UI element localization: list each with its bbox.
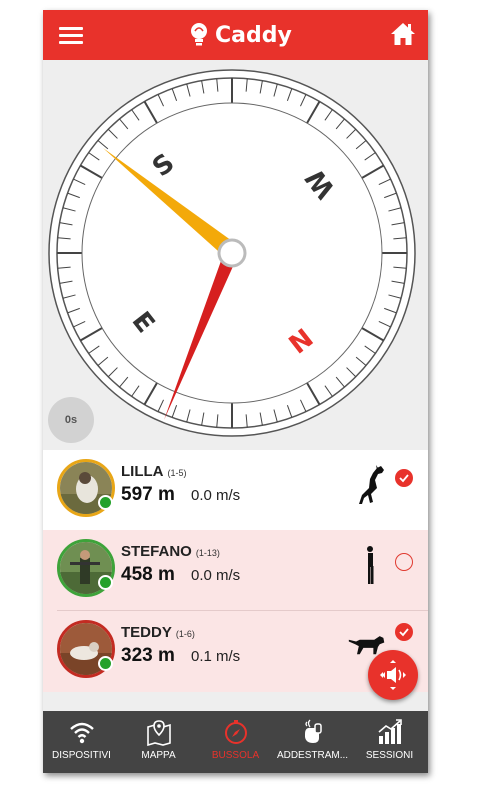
dog-range: (1-13) (195, 548, 220, 558)
dog-card-stefano[interactable]: STEFANO (1-13) 458 m 0.0 m/s (43, 530, 428, 611)
dog-range: (1-6) (175, 629, 195, 639)
dog-name: STEFANO (121, 543, 192, 560)
dog-distance: 458 m (121, 564, 175, 585)
online-status-dot (98, 575, 113, 590)
map-pin-icon (146, 720, 171, 746)
dog-jumping-icon (359, 465, 384, 504)
online-status-dot (98, 495, 113, 510)
home-icon (391, 23, 415, 45)
training-hand-icon (304, 719, 322, 743)
dog-distance: 597 m (121, 484, 175, 505)
app-header: Caddy (43, 10, 428, 60)
dog-card-lilla[interactable]: LILLA (1-5) 597 m 0.0 m/s (43, 450, 428, 531)
person-standing-icon (367, 546, 374, 584)
nav-sessioni[interactable]: SESSIONI (351, 711, 428, 773)
app-title: Caddy (215, 22, 292, 48)
dog-select-checkbox[interactable] (395, 553, 413, 571)
nav-label: ADDESTRAM... (276, 750, 349, 761)
needle-pivot (217, 238, 247, 268)
app-screen: Caddy N E S W 0s LILLA (1-5) 597 m 0.0 m… (43, 10, 428, 773)
lightbulb-logo-icon (191, 23, 207, 46)
brand: Caddy (189, 20, 292, 50)
dog-name: TEDDY (121, 624, 172, 641)
compass-area: N E S W 0s (43, 60, 428, 450)
bar-chart-icon (377, 719, 402, 744)
bottom-nav: DISPOSITIVI MAPPA BUSSOLA ADDESTRAM... S… (43, 711, 428, 773)
online-status-dot (98, 656, 113, 671)
dog-distance: 323 m (121, 645, 175, 666)
nav-dispositivi[interactable]: DISPOSITIVI (43, 711, 120, 773)
compass-icon (224, 720, 247, 744)
dog-speed: 0.0 m/s (191, 567, 241, 584)
nav-bussola[interactable]: BUSSOLA (197, 711, 274, 773)
wifi-signal-icon (69, 722, 94, 744)
menu-button[interactable] (57, 23, 85, 47)
timer-badge[interactable]: 0s (48, 397, 94, 443)
compass: N E S W (48, 69, 416, 437)
hamburger-menu-icon (59, 27, 83, 30)
nav-label: DISPOSITIVI (52, 750, 111, 761)
checkmark-icon (399, 628, 409, 637)
checkmark-icon (399, 474, 409, 483)
dog-speed: 0.0 m/s (191, 487, 241, 504)
nav-label: SESSIONI (365, 750, 414, 761)
sound-beep-icon (380, 660, 406, 690)
beep-fab-button[interactable] (368, 650, 418, 700)
nav-addestramento[interactable]: ADDESTRAM... (274, 711, 351, 773)
home-button[interactable] (390, 21, 416, 47)
dog-name: LILLA (121, 463, 164, 480)
dog-range: (1-5) (167, 468, 187, 478)
nav-mappa[interactable]: MAPPA (120, 711, 197, 773)
dog-speed: 0.1 m/s (191, 648, 241, 665)
dog-select-checkbox[interactable] (395, 469, 413, 487)
dog-select-checkbox[interactable] (395, 623, 413, 641)
nav-label: BUSSOLA (211, 750, 260, 761)
nav-label: MAPPA (141, 750, 176, 761)
